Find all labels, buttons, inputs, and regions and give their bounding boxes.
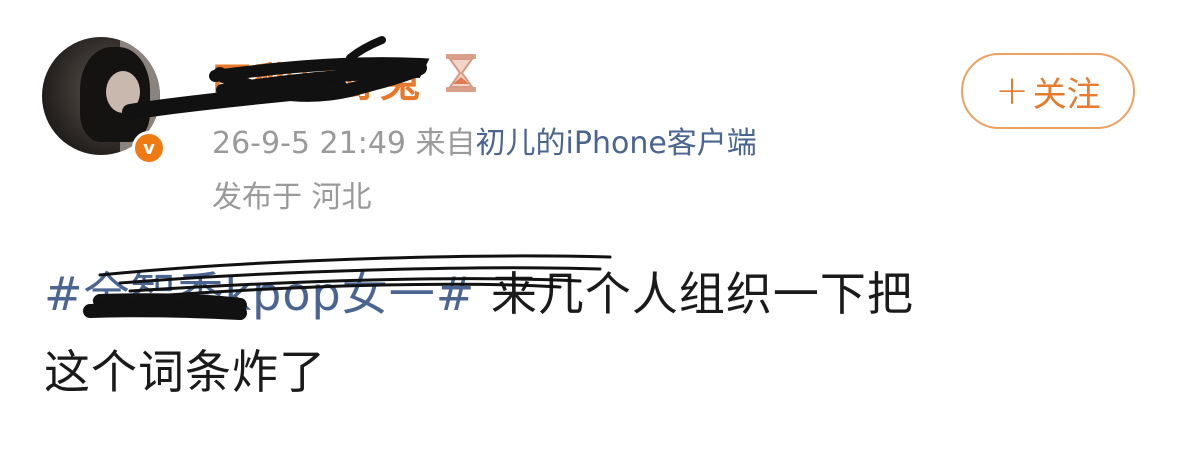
- post-location: 发布于 河北: [212, 180, 372, 215]
- post-text-line2: 这个词条炸了: [44, 345, 326, 399]
- follow-button[interactable]: + 关注: [961, 53, 1135, 129]
- post-source[interactable]: 初儿的iPhone客户端: [476, 126, 757, 161]
- follow-label: 关注: [1032, 74, 1101, 115]
- redaction-scribble-topic: [83, 254, 612, 320]
- hourglass-icon: [446, 54, 476, 92]
- post-timestamp: 26-9-5 21:49: [212, 126, 406, 161]
- plus-icon: +: [995, 68, 1029, 114]
- post-meta: 26-9-5 21:49 来自初儿的iPhone客户端: [212, 118, 757, 162]
- source-prefix: 来自: [415, 126, 476, 161]
- weibo-post: v 田黎日野兔 + 关注 26-9-5 21:49 来自初儿的iPhone客户端…: [0, 0, 1179, 450]
